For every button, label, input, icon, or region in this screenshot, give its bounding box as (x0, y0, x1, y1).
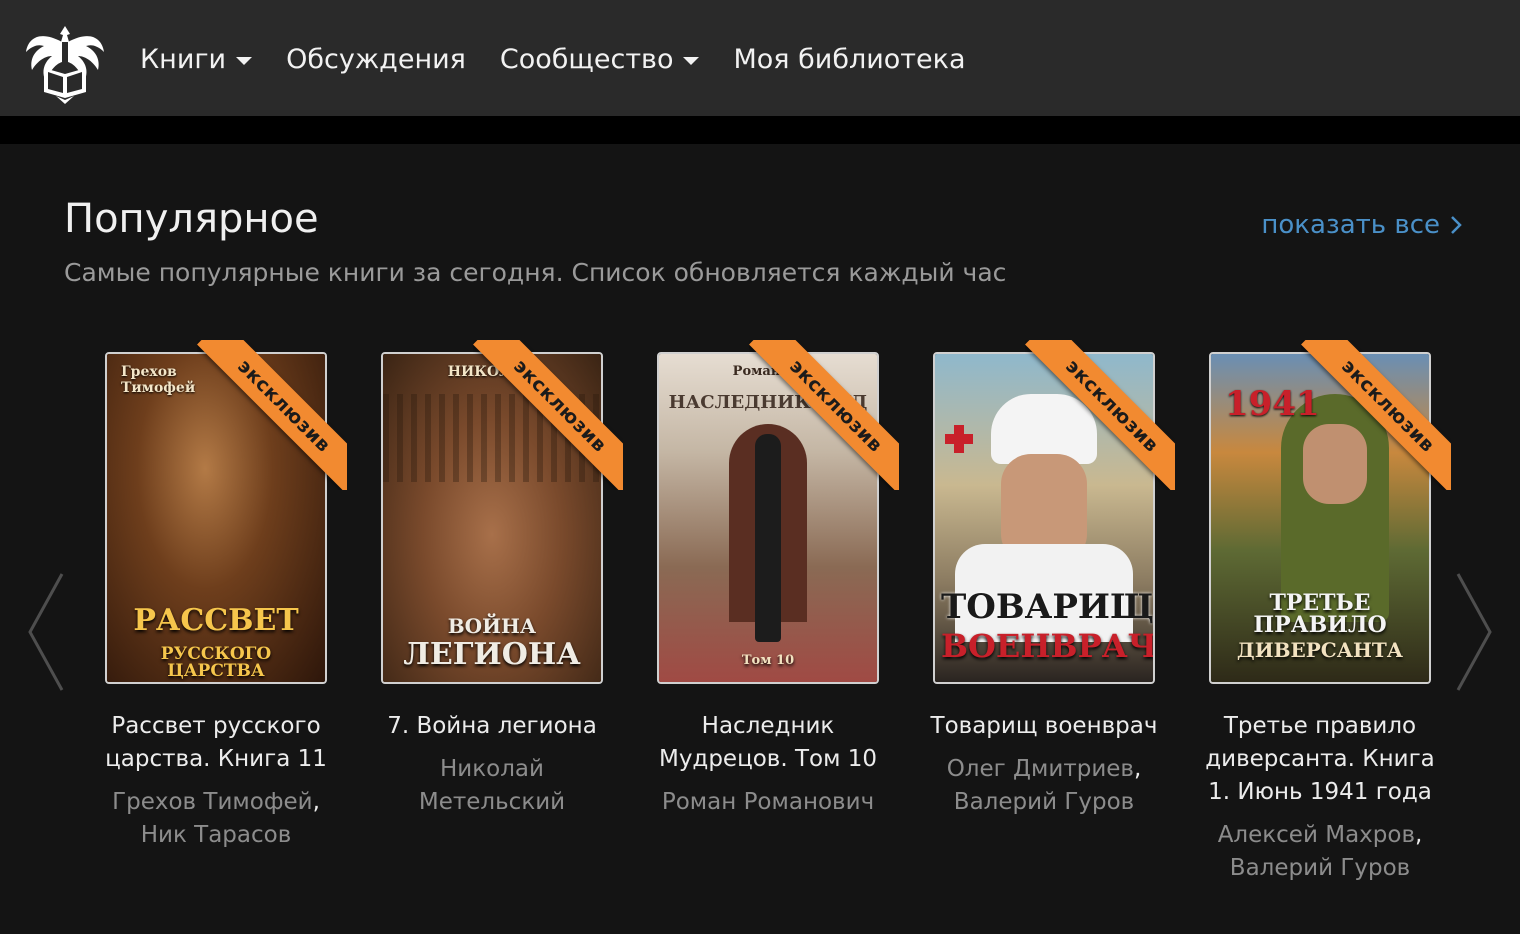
nav-community-label: Сообщество (499, 44, 674, 75)
cover-subtitle-text: РУССКОГО ЦАРСТВА (160, 644, 272, 681)
cover-title-text: ВОЙНА (447, 614, 537, 638)
book-card[interactable]: ТОВАРИЩ ВОЕНВРАЧ эксклюзив Товарищ военв… (906, 340, 1182, 885)
book-authors: Роман Романович (643, 786, 893, 819)
book-card[interactable]: Роман Ро НАСЛЕДНИК МУД Том 10 эксклюзив … (630, 340, 906, 885)
exclusive-badge-label: эксклюзив (509, 355, 611, 457)
book-authors: Николай Метельский (367, 753, 617, 819)
exclusive-badge: эксклюзив (1301, 340, 1451, 490)
author-link[interactable]: Николай Метельский (419, 756, 565, 815)
book-authors: Олег Дмитриев, Валерий Гуров (919, 753, 1169, 819)
book-title[interactable]: 7. Война легиона (367, 710, 617, 743)
book-title[interactable]: Товарищ военврач (919, 710, 1169, 743)
show-all-label: показать все (1261, 210, 1440, 240)
book-card[interactable]: НИКОЛАЙ ВОЙНА ЛЕГИОНА эксклюзив 7. Война… (354, 340, 630, 885)
exclusive-badge-label: эксклюзив (233, 355, 335, 457)
nav-my-library-label: Моя библиотека (733, 44, 966, 75)
book-authors: Алексей Махров, Валерий Гуров (1195, 819, 1445, 885)
cover-subtitle-text: ДИВЕРСАНТА (1236, 638, 1404, 662)
author-link[interactable]: Олег Дмитриев (947, 756, 1134, 782)
top-navbar: Книги Обсуждения Сообщество Моя библиоте… (0, 0, 1520, 116)
cover-title-text: ТОВАРИЩ (941, 587, 1154, 627)
author-link[interactable]: Грехов Тимофей (112, 789, 313, 815)
author-link[interactable]: Роман Романович (662, 789, 874, 815)
author-link[interactable]: Валерий Гуров (954, 789, 1134, 815)
book-cover[interactable]: Грехов Тимофей РАССВЕТ РУССКОГО ЦАРСТВА … (99, 340, 347, 686)
author-separator: , (312, 789, 320, 815)
chevron-down-icon (236, 57, 253, 65)
exclusive-badge: эксклюзив (1025, 340, 1175, 490)
section-title: Популярное (64, 196, 319, 242)
nav-books-label: Книги (140, 44, 227, 75)
exclusive-badge-label: эксклюзив (785, 355, 887, 457)
book-cover[interactable]: ТОВАРИЩ ВОЕНВРАЧ эксклюзив (927, 340, 1175, 686)
nav-my-library[interactable]: Моя библиотека (733, 44, 965, 75)
popular-books-carousel: Грехов Тимофей РАССВЕТ РУССКОГО ЦАРСТВА … (78, 340, 1458, 885)
section-subtitle: Самые популярные книги за сегодня. Списо… (64, 258, 1007, 287)
nav-discussions[interactable]: Обсуждения (286, 44, 466, 75)
book-cover[interactable]: НИКОЛАЙ ВОЙНА ЛЕГИОНА эксклюзив (375, 340, 623, 686)
book-card[interactable]: Грехов Тимофей РАССВЕТ РУССКОГО ЦАРСТВА … (78, 340, 354, 885)
chevron-down-icon (683, 57, 700, 65)
nav-discussions-label: Обсуждения (286, 44, 466, 75)
header-divider-band (0, 116, 1520, 144)
exclusive-badge-label: эксклюзив (1337, 355, 1439, 457)
book-cover[interactable]: 1941 ТРЕТЬЕ ПРАВИЛО ДИВЕРСАНТА эксклюзив (1203, 340, 1451, 686)
nav-community[interactable]: Сообщество (500, 44, 700, 75)
author-first-name: Николай (440, 756, 544, 782)
author-separator: , (1415, 822, 1423, 848)
author-link[interactable]: Валерий Гуров (1230, 855, 1410, 881)
book-title[interactable]: Наследник Мудрецов. Том 10 (643, 710, 893, 776)
book-title[interactable]: Рассвет русского царства. Книга 11 (91, 710, 341, 776)
cover-subtitle-text: ВОЕНВРАЧ (941, 627, 1155, 665)
book-authors: Грехов Тимофей, Ник Тарасов (91, 786, 341, 852)
cover-subtitle-text: ЛЕГИОНА (403, 637, 581, 672)
nav-books[interactable]: Книги (140, 44, 253, 75)
chevron-right-icon (1451, 216, 1462, 234)
eagle-book-logo[interactable] (22, 22, 108, 104)
book-title[interactable]: Третье правило диверсанта. Книга 1. Июнь… (1195, 710, 1445, 809)
cover-title-text: РАССВЕТ (133, 603, 299, 638)
author-link[interactable]: Ник Тарасов (141, 822, 292, 848)
exclusive-badge: эксклюзив (473, 340, 623, 490)
main-nav: Книги Обсуждения Сообщество Моя библиоте… (140, 44, 966, 75)
exclusive-badge: эксклюзив (749, 340, 899, 490)
cover-subtitle-text: Том 10 (741, 653, 795, 668)
exclusive-badge: эксклюзив (197, 340, 347, 490)
show-all-link[interactable]: показать все (1261, 210, 1462, 240)
carousel-prev-button[interactable] (22, 570, 68, 694)
author-separator: , (1133, 756, 1142, 782)
book-card[interactable]: 1941 ТРЕТЬЕ ПРАВИЛО ДИВЕРСАНТА эксклюзив… (1182, 340, 1458, 885)
cover-title-text: ТРЕТЬЕ ПРАВИЛО (1253, 590, 1387, 638)
book-cover[interactable]: Роман Ро НАСЛЕДНИК МУД Том 10 эксклюзив (651, 340, 899, 686)
carousel-next-button[interactable] (1452, 570, 1498, 694)
author-link[interactable]: Алексей Махров (1218, 822, 1415, 848)
author-last-name: Метельский (418, 789, 566, 815)
exclusive-badge-label: эксклюзив (1061, 355, 1163, 457)
